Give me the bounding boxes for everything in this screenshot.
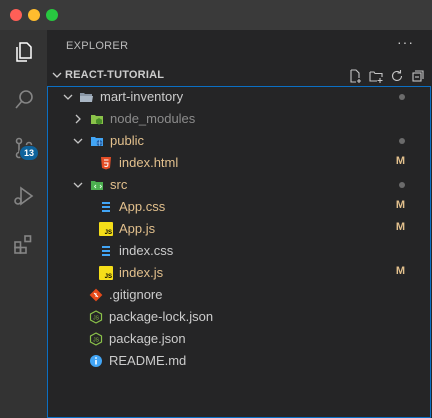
search-icon[interactable] bbox=[0, 78, 47, 122]
tree-item-label: README.md bbox=[109, 353, 187, 368]
info-icon bbox=[90, 355, 102, 367]
tree-item-app-css[interactable]: App.css M bbox=[48, 196, 431, 218]
tree-item-index-css[interactable]: index.css bbox=[48, 240, 431, 262]
tree-item-mart-inventory[interactable]: mart-inventory bbox=[48, 86, 431, 108]
chevron-down-icon bbox=[52, 72, 62, 78]
explorer-icon[interactable] bbox=[0, 30, 47, 74]
explorer-header: EXPLORER bbox=[66, 40, 129, 52]
minimize-window-button[interactable] bbox=[28, 9, 40, 21]
tree-item-readme-md[interactable]: README.md bbox=[48, 350, 431, 372]
tree-item-label: .gitignore bbox=[109, 287, 163, 302]
maximize-window-button[interactable] bbox=[46, 9, 58, 21]
new-folder-icon[interactable] bbox=[368, 68, 384, 84]
modified-dot bbox=[399, 182, 405, 188]
git-status-badge: M bbox=[395, 265, 405, 277]
tree-item-index-js[interactable]: JS index.js M bbox=[48, 262, 431, 284]
source-control-icon[interactable]: 13 bbox=[0, 126, 47, 170]
tree-item-package-lock-json[interactable]: JS package-lock.json bbox=[48, 306, 431, 328]
tree-item-label: index.js bbox=[119, 265, 164, 280]
javascript-icon: JS bbox=[99, 266, 113, 280]
explorer-sidebar: EXPLORER ··· REACT-TUTORIAL mart-invento… bbox=[47, 30, 432, 418]
file-tree: mart-inventory node_modules public index… bbox=[47, 86, 431, 418]
workspace-title: REACT-TUTORIAL bbox=[65, 69, 165, 81]
tree-item-index-html[interactable]: index.html M bbox=[48, 152, 431, 174]
tree-item-app-js[interactable]: JS App.js M bbox=[48, 218, 431, 240]
nodejs-icon: JS bbox=[89, 332, 103, 346]
tree-item-label: public bbox=[110, 133, 144, 148]
tree-item-label: App.css bbox=[119, 199, 166, 214]
tree-item-label: src bbox=[110, 177, 128, 192]
tree-item-label: index.html bbox=[119, 155, 179, 170]
activity-bar: 13 bbox=[0, 30, 47, 418]
close-window-button[interactable] bbox=[10, 9, 22, 21]
tree-item-label: package-lock.json bbox=[109, 309, 214, 324]
html5-icon bbox=[101, 157, 111, 170]
css-icon bbox=[102, 202, 110, 212]
folder-open-icon bbox=[80, 93, 93, 102]
git-status-badge: M bbox=[395, 155, 405, 167]
chevron-down-icon bbox=[73, 138, 83, 144]
extensions-icon[interactable] bbox=[0, 222, 47, 266]
refresh-icon[interactable] bbox=[389, 68, 405, 84]
javascript-icon: JS bbox=[99, 222, 113, 236]
src-folder-icon bbox=[91, 181, 103, 190]
tree-item-label: package.json bbox=[109, 331, 186, 346]
chevron-down-icon bbox=[73, 182, 83, 188]
tree-item-label: App.js bbox=[119, 221, 156, 236]
run-debug-icon[interactable] bbox=[0, 174, 47, 218]
modified-dot bbox=[399, 138, 405, 144]
public-folder-icon bbox=[91, 137, 103, 146]
git-status-badge: M bbox=[395, 221, 405, 233]
nodejs-icon: JS bbox=[89, 310, 103, 324]
new-file-icon[interactable] bbox=[347, 68, 363, 84]
tree-item-label: index.css bbox=[119, 243, 174, 258]
css-icon bbox=[102, 246, 110, 256]
tree-item-label: mart-inventory bbox=[100, 89, 184, 104]
workspace-section-header[interactable]: REACT-TUTORIAL bbox=[47, 66, 432, 86]
git-status-badge: M bbox=[395, 199, 405, 211]
chevron-right-icon bbox=[75, 114, 81, 124]
more-actions-button[interactable]: ··· bbox=[397, 34, 414, 50]
tree-item-gitignore[interactable]: .gitignore bbox=[48, 284, 431, 306]
source-control-badge: 13 bbox=[19, 145, 39, 161]
svg-text:JS: JS bbox=[93, 316, 100, 322]
modified-dot bbox=[399, 94, 405, 100]
svg-text:JS: JS bbox=[93, 338, 100, 344]
git-icon bbox=[89, 288, 103, 302]
tree-item-package-json[interactable]: JS package.json bbox=[48, 328, 431, 350]
title-bar bbox=[0, 0, 432, 30]
tree-item-public[interactable]: public bbox=[48, 130, 431, 152]
tree-item-label: node_modules bbox=[110, 111, 196, 126]
tree-item-node-modules[interactable]: node_modules bbox=[48, 108, 431, 130]
collapse-all-icon[interactable] bbox=[410, 68, 426, 84]
chevron-down-icon bbox=[63, 94, 73, 100]
tree-item-src[interactable]: src bbox=[48, 174, 431, 196]
node-folder-icon bbox=[91, 115, 103, 125]
